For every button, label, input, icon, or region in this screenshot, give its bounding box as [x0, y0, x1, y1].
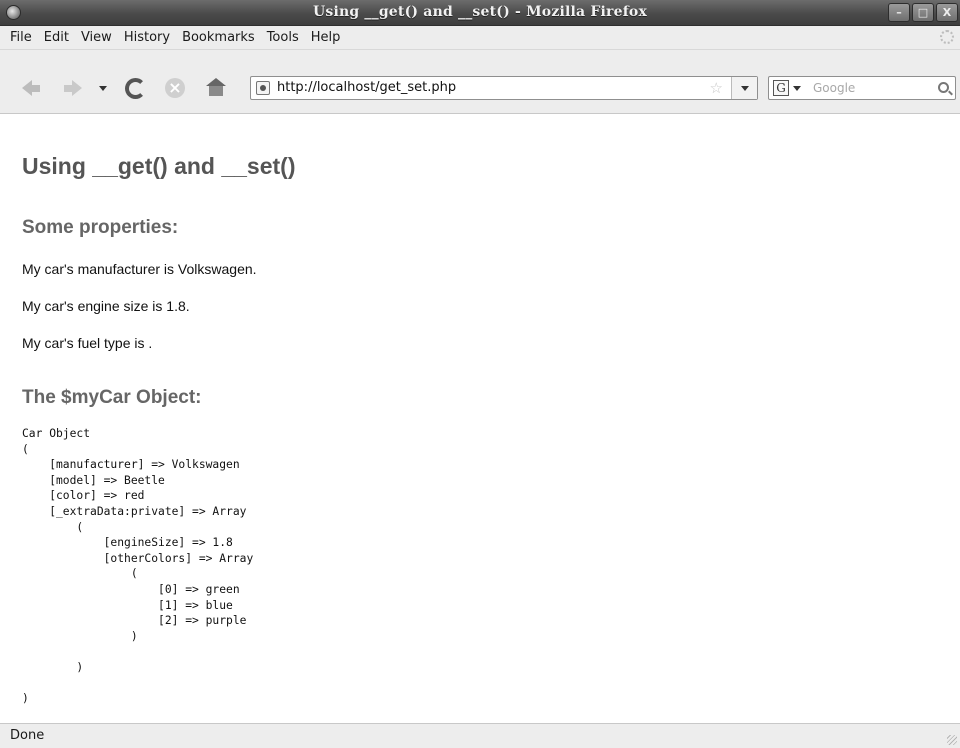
back-arrow-icon[interactable] — [18, 76, 44, 100]
menu-tools[interactable]: Tools — [261, 30, 305, 45]
status-bar: Done — [0, 723, 960, 748]
url-text[interactable]: http://localhost/get_set.php — [277, 80, 456, 95]
home-icon[interactable] — [203, 76, 229, 100]
forward-arrow-icon[interactable] — [60, 76, 86, 100]
menu-history[interactable]: History — [118, 30, 176, 45]
search-engine-dropdown-icon[interactable] — [793, 86, 801, 91]
menu-bar: File Edit View History Bookmarks Tools H… — [0, 26, 960, 50]
status-text: Done — [10, 728, 45, 743]
window-titlebar: Using __get() and __set() - Mozilla Fire… — [0, 0, 960, 26]
engine-size-line: My car's engine size is 1.8. — [22, 298, 190, 314]
maximize-button[interactable]: □ — [912, 3, 934, 22]
search-icon[interactable] — [938, 82, 949, 93]
minimize-button[interactable]: – — [888, 3, 910, 22]
object-heading: The $myCar Object: — [22, 387, 202, 408]
close-button[interactable]: X — [936, 3, 958, 22]
window-controls: – □ X — [888, 3, 958, 22]
search-input[interactable]: Google — [813, 81, 855, 95]
search-bar[interactable]: G Google — [768, 76, 956, 100]
address-bar[interactable]: http://localhost/get_set.php ☆ — [250, 76, 758, 100]
menu-file[interactable]: File — [4, 30, 38, 45]
page-content: Using __get() and __set() Some propertie… — [0, 115, 960, 723]
fuel-type-line: My car's fuel type is . — [22, 335, 153, 351]
properties-heading: Some properties: — [22, 217, 179, 238]
object-dump: Car Object ( [manufacturer] => Volkswage… — [22, 427, 254, 706]
reload-icon[interactable] — [122, 76, 148, 100]
resize-grip-icon[interactable] — [947, 735, 957, 745]
stop-icon[interactable] — [162, 76, 188, 100]
history-dropdown-icon[interactable] — [96, 76, 110, 100]
search-engine-icon[interactable]: G — [773, 80, 789, 96]
window-title: Using __get() and __set() - Mozilla Fire… — [312, 4, 648, 20]
page-heading: Using __get() and __set() — [22, 153, 296, 179]
throbber-icon — [940, 30, 954, 44]
manufacturer-line: My car's manufacturer is Volkswagen. — [22, 261, 257, 277]
bookmark-star-icon[interactable]: ☆ — [710, 79, 723, 97]
menu-bookmarks[interactable]: Bookmarks — [176, 30, 261, 45]
site-identity-icon[interactable] — [256, 81, 270, 95]
menu-edit[interactable]: Edit — [38, 30, 75, 45]
url-dropdown-button[interactable] — [731, 77, 757, 99]
menu-help[interactable]: Help — [305, 30, 347, 45]
navigation-toolbar: http://localhost/get_set.php ☆ G Google — [0, 50, 960, 114]
menu-view[interactable]: View — [75, 30, 118, 45]
